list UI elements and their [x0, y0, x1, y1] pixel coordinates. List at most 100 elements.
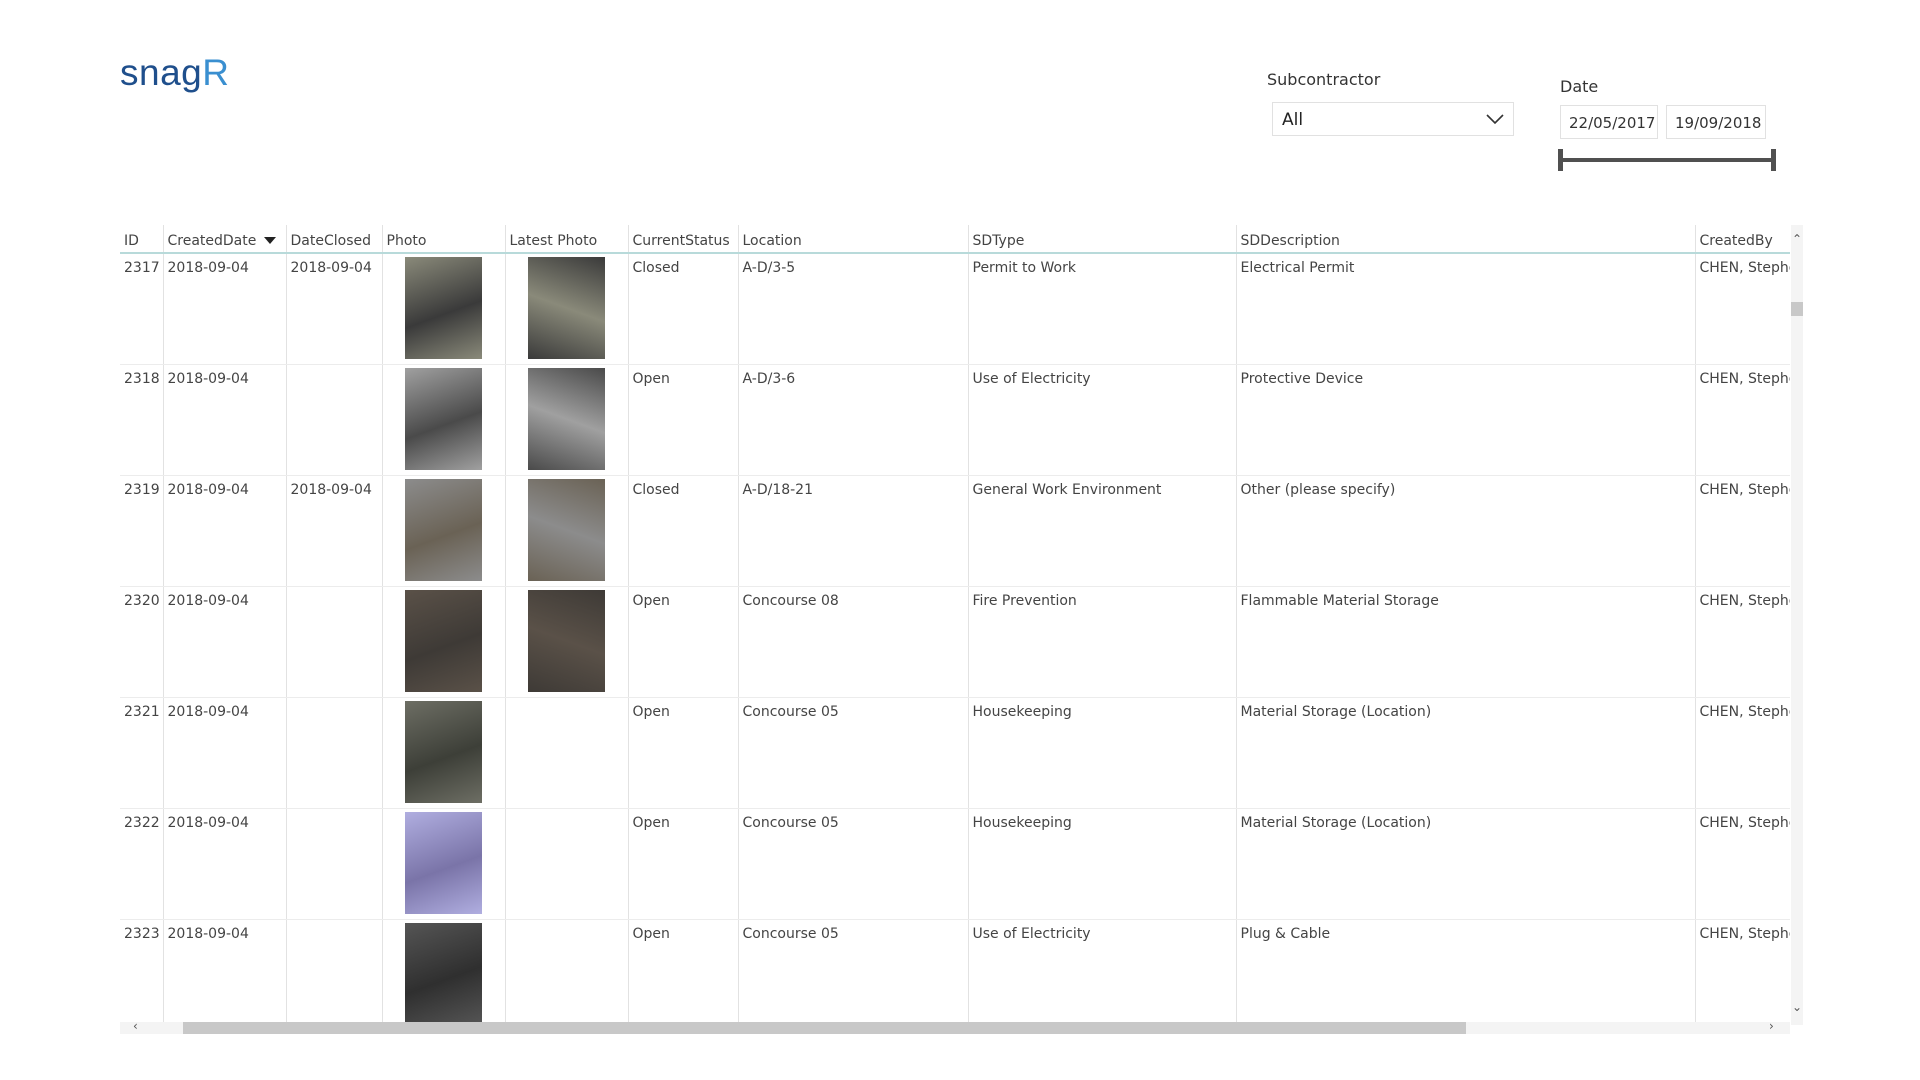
- snag-photo-image[interactable]: [405, 811, 482, 914]
- cell-sdtype: Use of Electricity: [968, 364, 1237, 476]
- cell-sddescription: Electrical Permit: [1236, 253, 1696, 365]
- cell-latest-photo: [505, 364, 629, 476]
- snag-photo-image[interactable]: [405, 589, 482, 692]
- cell-location: Concourse 05: [738, 697, 969, 809]
- latest-photo-image[interactable]: [528, 478, 605, 581]
- subcontractor-value: All: [1282, 110, 1304, 130]
- cell-sddescription: Other (please specify): [1236, 475, 1696, 587]
- cell-dateclosed: 2018-09-04: [286, 253, 383, 365]
- col-header-dateclosed[interactable]: DateClosed: [286, 225, 383, 254]
- vertical-scrollbar[interactable]: [1791, 225, 1803, 1025]
- cell-currentstatus: Open: [628, 919, 739, 1025]
- cell-createddate: 2018-09-04: [163, 475, 287, 587]
- snag-photo-image[interactable]: [405, 478, 482, 581]
- cell-currentstatus: Open: [628, 697, 739, 809]
- col-header-photo[interactable]: Photo: [382, 225, 506, 254]
- scroll-down-icon[interactable]: ⌄: [1792, 1000, 1802, 1014]
- cell-id: 2323: [120, 919, 164, 1025]
- table-row[interactable]: 2323 2018-09-04 Open Concourse 05 Use of Ele…: [120, 919, 1790, 1025]
- logo-accent: R: [202, 52, 230, 93]
- snag-photo-image[interactable]: [405, 700, 482, 803]
- cell-photo: [382, 364, 506, 476]
- col-header-currentstatus[interactable]: CurrentStatus: [628, 225, 739, 254]
- cell-latest-photo: [505, 475, 629, 587]
- col-header-sddescription[interactable]: SDDescription: [1236, 225, 1696, 254]
- cell-location: A-D/18-21: [738, 475, 969, 587]
- cell-id: 2318: [120, 364, 164, 476]
- scroll-left-icon[interactable]: ‹: [133, 1019, 138, 1033]
- cell-latest-photo: [505, 253, 629, 365]
- table-row[interactable]: 2319 2018-09-04 2018-09-04 Closed A-D/18-21 G…: [120, 475, 1790, 587]
- latest-photo-image[interactable]: [528, 367, 605, 470]
- cell-createdby: CHEN, Stephe: [1695, 475, 1790, 587]
- cell-dateclosed: [286, 919, 383, 1025]
- col-header-createddate-label: CreatedDate: [167, 232, 257, 249]
- table-row[interactable]: 2321 2018-09-04 Open Concourse 05 Housekeepi…: [120, 697, 1790, 809]
- subcontractor-label: Subcontractor: [1267, 70, 1381, 89]
- chevron-down-icon: [1486, 114, 1504, 125]
- cell-sddescription: Flammable Material Storage: [1236, 586, 1696, 698]
- cell-sdtype: Fire Prevention: [968, 586, 1237, 698]
- scroll-up-icon[interactable]: ⌃: [1792, 232, 1802, 246]
- col-header-createdby[interactable]: CreatedBy: [1695, 225, 1790, 254]
- sort-descending-icon: [264, 237, 277, 244]
- cell-photo: [382, 808, 506, 920]
- snag-photo-image[interactable]: [405, 257, 482, 359]
- cell-photo: [382, 475, 506, 587]
- col-header-sdtype[interactable]: SDType: [968, 225, 1237, 254]
- date-label: Date: [1560, 77, 1599, 96]
- cell-location: Concourse 05: [738, 919, 969, 1025]
- cell-createdby: CHEN, Stephe: [1695, 364, 1790, 476]
- table-row[interactable]: 2320 2018-09-04 Open Concourse 08 Fire Preve…: [120, 586, 1790, 698]
- cell-createddate: 2018-09-04: [163, 586, 287, 698]
- cell-id: 2322: [120, 808, 164, 920]
- cell-createddate: 2018-09-04: [163, 919, 287, 1025]
- cell-createdby: CHEN, Stephe: [1695, 586, 1790, 698]
- latest-photo-image[interactable]: [528, 589, 605, 692]
- cell-sdtype: Housekeeping: [968, 697, 1237, 809]
- cell-dateclosed: [286, 697, 383, 809]
- date-to-input[interactable]: 19/09/2018: [1666, 105, 1766, 139]
- cell-location: Concourse 08: [738, 586, 969, 698]
- col-header-id[interactable]: ID: [120, 225, 164, 254]
- cell-id: 2320: [120, 586, 164, 698]
- cell-latest-photo: [505, 697, 629, 809]
- col-header-location[interactable]: Location: [738, 225, 969, 254]
- latest-photo-image[interactable]: [528, 257, 605, 359]
- vertical-scroll-thumb[interactable]: [1791, 302, 1803, 316]
- table-row[interactable]: 2318 2018-09-04 Open A-D/3-6 Use of Electric…: [120, 364, 1790, 476]
- cell-sddescription: Material Storage (Location): [1236, 808, 1696, 920]
- cell-createdby: CHEN, Stephe: [1695, 919, 1790, 1025]
- cell-latest-photo: [505, 808, 629, 920]
- cell-latest-photo: [505, 919, 629, 1025]
- cell-sddescription: Plug & Cable: [1236, 919, 1696, 1025]
- scroll-right-icon[interactable]: ›: [1769, 1019, 1774, 1033]
- cell-createddate: 2018-09-04: [163, 364, 287, 476]
- cell-latest-photo: [505, 586, 629, 698]
- cell-dateclosed: [286, 586, 383, 698]
- cell-location: A-D/3-6: [738, 364, 969, 476]
- cell-photo: [382, 919, 506, 1025]
- cell-photo: [382, 697, 506, 809]
- table-row[interactable]: 2317 2018-09-04 2018-09-04 Closed A-D/3-5 Per…: [120, 253, 1790, 365]
- snag-photo-image[interactable]: [405, 367, 482, 470]
- date-range-slider[interactable]: [1560, 158, 1774, 162]
- col-header-latest-photo[interactable]: Latest Photo: [505, 225, 629, 254]
- col-header-createddate[interactable]: CreatedDate: [163, 225, 287, 254]
- date-from-input[interactable]: 22/05/2017: [1560, 105, 1658, 139]
- cell-currentstatus: Closed: [628, 475, 739, 587]
- cell-currentstatus: Open: [628, 586, 739, 698]
- snag-photo-image[interactable]: [405, 922, 482, 1025]
- cell-dateclosed: 2018-09-04: [286, 475, 383, 587]
- cell-sdtype: Housekeeping: [968, 808, 1237, 920]
- cell-location: Concourse 05: [738, 808, 969, 920]
- subcontractor-dropdown[interactable]: All: [1272, 102, 1514, 136]
- table-row[interactable]: 2322 2018-09-04 Open Concourse 05 Housekeepi…: [120, 808, 1790, 920]
- cell-location: A-D/3-5: [738, 253, 969, 365]
- horizontal-scroll-thumb[interactable]: [183, 1022, 1466, 1034]
- cell-photo: [382, 253, 506, 365]
- date-slider-start-handle[interactable]: [1558, 149, 1563, 171]
- logo-text: snag: [120, 52, 203, 93]
- cell-sdtype: Permit to Work: [968, 253, 1237, 365]
- date-slider-end-handle[interactable]: [1771, 149, 1776, 171]
